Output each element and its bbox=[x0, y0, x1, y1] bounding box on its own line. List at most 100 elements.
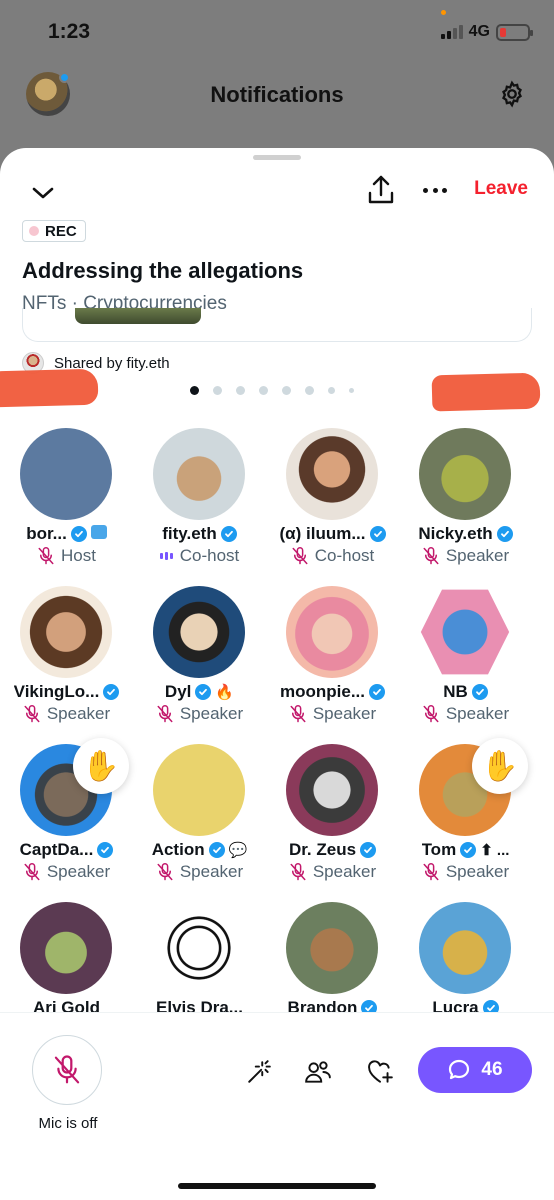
participant-name: CaptDa... bbox=[19, 840, 94, 859]
mic-toggle-button[interactable] bbox=[32, 1035, 102, 1105]
mic-off-icon bbox=[291, 546, 309, 566]
participant-name-row: moonpie... bbox=[266, 682, 399, 702]
participant-name: Action bbox=[151, 840, 205, 859]
participant-role: Speaker bbox=[445, 704, 510, 723]
page-dot bbox=[236, 386, 245, 395]
pink-hair-avatar bbox=[286, 586, 378, 678]
background-header: Notifications bbox=[0, 70, 554, 130]
home-indicator[interactable] bbox=[178, 1183, 376, 1189]
participant-name-row: Nicky.eth bbox=[399, 524, 532, 544]
verified-badge-icon bbox=[220, 526, 237, 542]
gear-icon bbox=[502, 80, 522, 108]
participant-name-row: (α) iluum... bbox=[266, 524, 399, 544]
status-bar: 1:23 4G bbox=[0, 0, 554, 60]
page-dot bbox=[282, 386, 291, 395]
status-time: 1:23 bbox=[48, 20, 91, 43]
battery-icon bbox=[496, 23, 533, 41]
sheet-topbar: Leave bbox=[0, 172, 554, 212]
mic-status-label: Mic is off bbox=[38, 1115, 98, 1132]
participant-role: Speaker bbox=[179, 862, 244, 881]
participant-tile[interactable]: bor... Host bbox=[0, 428, 133, 588]
participant-name-row: Action 💬 bbox=[133, 840, 266, 860]
participant-tile[interactable]: ✋ CaptDa... Speaker bbox=[0, 738, 133, 904]
verified-badge-icon bbox=[70, 526, 87, 542]
verified-badge-icon bbox=[360, 842, 377, 858]
participant-tile[interactable]: (α) iluum... Co-host bbox=[266, 428, 399, 588]
react-button[interactable] bbox=[365, 1057, 395, 1087]
participant-role: Speaker bbox=[445, 862, 510, 881]
participant-name: (α) iluum... bbox=[279, 524, 366, 543]
participant-tile[interactable]: fity.eth Co-host bbox=[133, 428, 266, 588]
mic-off-icon bbox=[289, 862, 307, 882]
participant-name-row: Dyl 🔥 bbox=[133, 682, 266, 702]
participants-button[interactable] bbox=[303, 1057, 333, 1087]
sheet-grabber[interactable] bbox=[253, 155, 301, 160]
shared-tweet-card[interactable] bbox=[22, 308, 532, 342]
participant-tile[interactable]: ✋ Tom ⬆ ... Speaker bbox=[399, 738, 532, 904]
participant-name: NB bbox=[443, 682, 468, 701]
mic-off-icon bbox=[156, 704, 174, 724]
network-type: 4G bbox=[468, 23, 490, 40]
participant-role-row: Speaker bbox=[399, 704, 532, 724]
background-title: Notifications bbox=[210, 82, 344, 107]
ape-party-avatar bbox=[419, 902, 511, 994]
participant-name-row: Dr. Zeus bbox=[266, 840, 399, 860]
card-image bbox=[75, 308, 201, 324]
effects-button[interactable] bbox=[244, 1057, 274, 1087]
page-dot bbox=[328, 387, 335, 394]
people-icon bbox=[305, 1061, 331, 1083]
participant-role: Co-host bbox=[179, 546, 240, 565]
comments-button[interactable]: 46 bbox=[418, 1047, 532, 1093]
leave-button[interactable]: Leave bbox=[474, 178, 528, 200]
signal-icon bbox=[440, 25, 463, 39]
participant-name: Dyl bbox=[164, 682, 192, 701]
verified-badge-icon bbox=[471, 684, 488, 700]
mic-off-icon bbox=[422, 862, 440, 882]
mic-off-icon bbox=[23, 862, 41, 882]
participant-name: moonpie... bbox=[280, 682, 365, 701]
name-emoji: 💬 bbox=[228, 842, 248, 859]
heart-plus-icon bbox=[368, 1060, 393, 1083]
participant-name: VikingLo... bbox=[13, 682, 100, 701]
participant-tile[interactable]: Nicky.eth Speaker bbox=[399, 428, 532, 588]
recording-badge: REC bbox=[22, 220, 86, 242]
participant-name: fity.eth bbox=[162, 524, 217, 543]
participant-name-row: NB bbox=[399, 682, 532, 702]
participant-name: Tom bbox=[421, 840, 457, 859]
pixel-suit-avatar bbox=[153, 744, 245, 836]
participant-tile[interactable]: Action 💬 Speaker bbox=[133, 744, 266, 904]
mic-off-icon bbox=[54, 1055, 80, 1084]
page-dot bbox=[259, 386, 268, 395]
more-options-button[interactable] bbox=[420, 180, 450, 200]
redaction-mark bbox=[0, 368, 99, 408]
participant-tile[interactable]: moonpie... Speaker bbox=[266, 586, 399, 746]
participant-role-row: Speaker bbox=[266, 862, 399, 882]
speaking-bars-icon bbox=[159, 550, 174, 562]
participant-tile[interactable]: NB Speaker bbox=[399, 586, 532, 746]
anime-avatar bbox=[153, 586, 245, 678]
status-icons: 4G bbox=[440, 23, 533, 41]
share-button[interactable] bbox=[366, 174, 396, 206]
name-emoji: ⬆ ... bbox=[480, 842, 510, 859]
participant-name-row: VikingLo... bbox=[0, 682, 133, 702]
verified-badge-icon bbox=[460, 842, 477, 858]
participant-role-row: Speaker bbox=[266, 704, 399, 724]
verified-badge-icon bbox=[195, 684, 212, 700]
page-indicator bbox=[190, 386, 354, 395]
participant-name-row: CaptDa... bbox=[0, 840, 133, 860]
participant-role: Speaker bbox=[312, 862, 377, 881]
participant-role: Speaker bbox=[445, 546, 510, 565]
mic-off-icon bbox=[37, 546, 55, 566]
participant-role-row: Speaker bbox=[133, 704, 266, 724]
participant-name: Nicky.eth bbox=[418, 524, 493, 543]
participant-tile[interactable]: Dyl 🔥 Speaker bbox=[133, 586, 266, 746]
participant-role-row: Speaker bbox=[0, 862, 133, 882]
comment-count: 46 bbox=[481, 1059, 503, 1080]
participant-tile[interactable]: Dr. Zeus Speaker bbox=[266, 744, 399, 904]
verified-badge-icon bbox=[369, 684, 385, 700]
participant-tile[interactable]: VikingLo... Speaker bbox=[0, 586, 133, 746]
participant-role: Speaker bbox=[312, 704, 377, 723]
anonymous-avatar bbox=[153, 902, 245, 994]
mic-off-icon bbox=[156, 862, 174, 882]
collapse-button[interactable] bbox=[28, 178, 58, 208]
